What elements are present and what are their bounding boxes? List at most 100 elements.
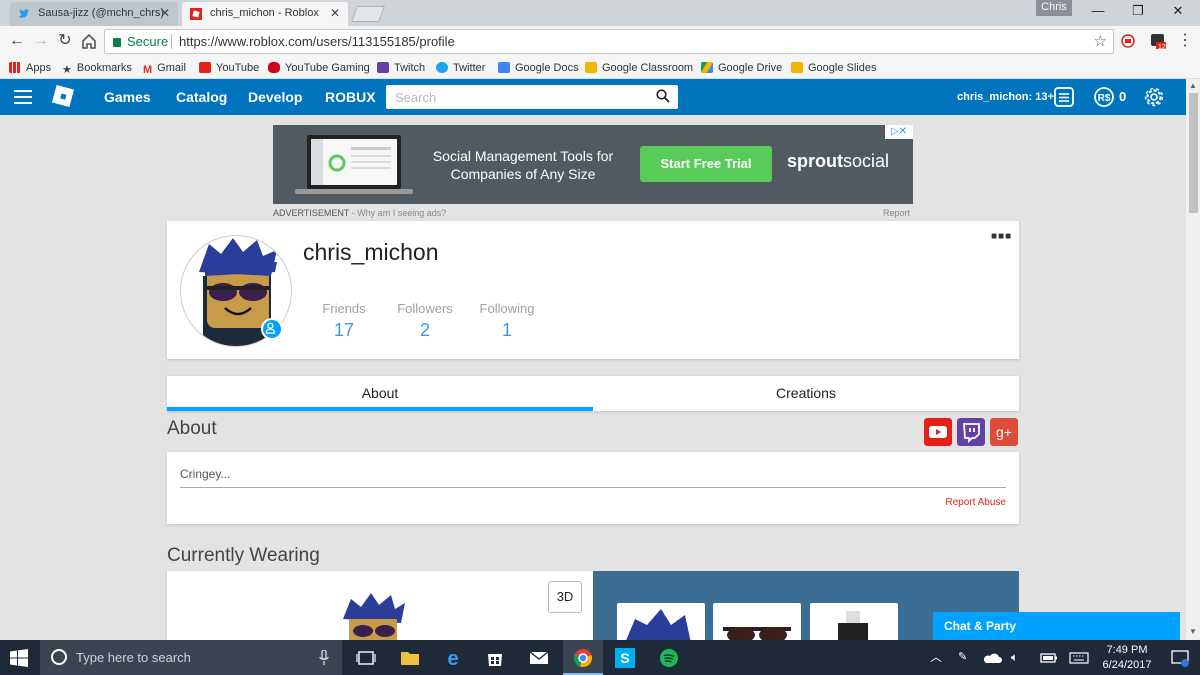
notifications-icon[interactable] <box>1170 648 1190 668</box>
mail-icon[interactable] <box>529 648 549 668</box>
secure-indicator[interactable]: Secure <box>113 30 168 53</box>
bookmark-google-classroom[interactable]: Google Classroom <box>585 60 693 76</box>
close-window-button[interactable]: ✕ <box>1158 0 1198 24</box>
forward-arrow-icon[interactable]: → <box>32 32 50 50</box>
user-status-icon <box>261 318 283 340</box>
address-bar[interactable]: Secure https://www.roblox.com/users/1131… <box>104 29 1114 54</box>
sunglasses-item-thumbnail <box>723 627 791 641</box>
microphone-icon[interactable] <box>319 650 329 666</box>
bookmark-star-icon[interactable]: ☆ <box>1094 30 1107 53</box>
windows-start-icon[interactable] <box>10 649 28 667</box>
tray-chevron-icon[interactable]: ︿ <box>930 640 942 675</box>
nav-catalog[interactable]: Catalog <box>176 79 227 115</box>
close-tab-icon[interactable]: ✕ <box>330 2 340 25</box>
google-drive-icon <box>701 62 713 73</box>
cortana-icon <box>51 649 67 665</box>
spotify-icon[interactable] <box>659 648 679 668</box>
settings-gear-icon[interactable] <box>1143 86 1165 108</box>
hamburger-menu-icon[interactable] <box>14 90 32 104</box>
messages-icon[interactable] <box>1053 86 1075 108</box>
page-scrollbar[interactable]: ▲ ▼ <box>1186 79 1200 640</box>
volume-icon[interactable]: 🔈︎ <box>1011 640 1018 675</box>
twitch-icon[interactable] <box>957 418 985 446</box>
bookmark-bookmarks[interactable]: ★ Bookmarks <box>62 60 132 76</box>
chrome-taskbar-button[interactable] <box>563 640 603 675</box>
battery-icon[interactable] <box>1039 648 1059 668</box>
nav-develop[interactable]: Develop <box>248 79 302 115</box>
profile-button[interactable]: Chris <box>1036 0 1072 16</box>
tab-title: Sausa-jizz (@mchn_chrs) <box>38 7 165 19</box>
edge-browser-icon[interactable]: e <box>443 648 463 668</box>
skype-icon[interactable]: S <box>615 648 635 668</box>
report-abuse-link[interactable]: Report Abuse <box>945 497 1006 508</box>
browser-tab-strip: Sausa-jizz (@mchn_chrs) ✕ chris_michon -… <box>0 0 1200 26</box>
twitter-icon <box>19 9 30 18</box>
menu-kebab-icon[interactable]: ⋮ <box>1176 32 1194 50</box>
tab-about[interactable]: About <box>167 376 593 411</box>
why-ads-link[interactable]: - Why am I seeing ads? <box>349 208 447 218</box>
back-arrow-icon[interactable]: ← <box>8 32 26 50</box>
onedrive-icon[interactable] <box>983 648 1003 668</box>
browser-toolbar: ← → ↻ Secure https://www.roblox.com/user… <box>0 26 1200 57</box>
scroll-up-arrow-icon[interactable]: ▲ <box>1189 81 1197 90</box>
advertisement-banner[interactable]: Social Management Tools for Companies of… <box>273 125 913 204</box>
avatar-3d-preview <box>343 593 405 641</box>
stat-friends[interactable]: Friends 17 <box>304 301 384 341</box>
ad-report-link[interactable]: Report <box>883 208 910 218</box>
taskbar-search-input[interactable] <box>76 640 296 675</box>
extension-icon[interactable] <box>1120 33 1136 49</box>
new-tab-button[interactable] <box>351 6 385 22</box>
minimize-button[interactable]: — <box>1078 0 1118 24</box>
about-heading: About <box>167 418 217 439</box>
wearing-item-sunglasses[interactable] <box>713 603 801 641</box>
search-input[interactable] <box>386 85 626 109</box>
nav-games[interactable]: Games <box>104 79 151 115</box>
bookmark-twitch[interactable]: Twitch <box>377 60 425 76</box>
browser-tab-roblox[interactable]: chris_michon - Roblox ✕ <box>182 2 348 26</box>
ad-headline: Social Management Tools for Companies of… <box>432 148 614 182</box>
scrollbar-thumb[interactable] <box>1189 93 1198 213</box>
search-icon[interactable] <box>656 89 670 103</box>
bookmark-gmail[interactable]: M Gmail <box>143 60 186 76</box>
close-tab-icon[interactable]: ✕ <box>160 2 170 25</box>
toggle-3d-button[interactable]: 3D <box>548 581 582 613</box>
bookmark-google-drive[interactable]: Google Drive <box>701 60 782 76</box>
pen-icon[interactable]: ✎ <box>958 640 967 675</box>
chat-and-party-button[interactable]: Chat & Party <box>933 612 1180 640</box>
user-age-label[interactable]: chris_michon: 13+ <box>957 79 1054 115</box>
robux-icon[interactable]: R$ <box>1093 86 1115 108</box>
bookmark-google-docs[interactable]: Google Docs <box>498 60 579 76</box>
bookmark-apps[interactable]: Apps <box>9 60 51 76</box>
about-card: Cringey... Report Abuse <box>167 452 1019 524</box>
bookmark-youtube[interactable]: YouTube <box>199 60 259 76</box>
adchoices-icon[interactable]: ▷✕ <box>885 125 913 139</box>
google-plus-icon[interactable]: g+ <box>990 418 1018 446</box>
task-view-icon[interactable] <box>356 648 376 668</box>
wearing-item-outfit[interactable] <box>810 603 898 641</box>
keyboard-icon[interactable] <box>1069 648 1089 668</box>
scroll-down-arrow-icon[interactable]: ▼ <box>1189 627 1197 636</box>
restore-button[interactable]: ❐ <box>1118 0 1158 24</box>
roblox-logo[interactable] <box>51 84 75 108</box>
bookmark-youtube-gaming[interactable]: YouTube Gaming <box>268 60 370 76</box>
youtube-icon[interactable] <box>924 418 952 446</box>
google-classroom-icon <box>585 62 597 73</box>
bookmark-google-slides[interactable]: Google Slides <box>791 60 877 76</box>
ad-start-trial-button[interactable]: Start Free Trial <box>640 146 772 182</box>
wearing-item-hair[interactable] <box>617 603 705 641</box>
system-clock[interactable]: 7:49 PM 6/24/2017 <box>1098 643 1156 673</box>
nav-robux[interactable]: ROBUX <box>325 79 376 115</box>
tab-creations[interactable]: Creations <box>593 376 1019 411</box>
browser-tab-twitter[interactable]: Sausa-jizz (@mchn_chrs) ✕ <box>10 2 178 26</box>
reload-icon[interactable]: ↻ <box>56 32 74 50</box>
bookmark-twitter[interactable]: Twitter <box>436 60 485 76</box>
url-text[interactable]: https://www.roblox.com/users/113155185/p… <box>179 30 455 53</box>
home-icon[interactable] <box>80 32 98 50</box>
stat-following[interactable]: Following 1 <box>467 301 547 341</box>
more-options-icon[interactable]: ■■■ <box>991 231 1012 242</box>
store-icon[interactable] <box>485 648 505 668</box>
file-explorer-icon[interactable] <box>400 648 420 668</box>
stat-followers[interactable]: Followers 2 <box>385 301 465 341</box>
tab-title: chris_michon - Roblox <box>210 7 319 19</box>
profile-tabs: About Creations <box>167 376 1019 411</box>
